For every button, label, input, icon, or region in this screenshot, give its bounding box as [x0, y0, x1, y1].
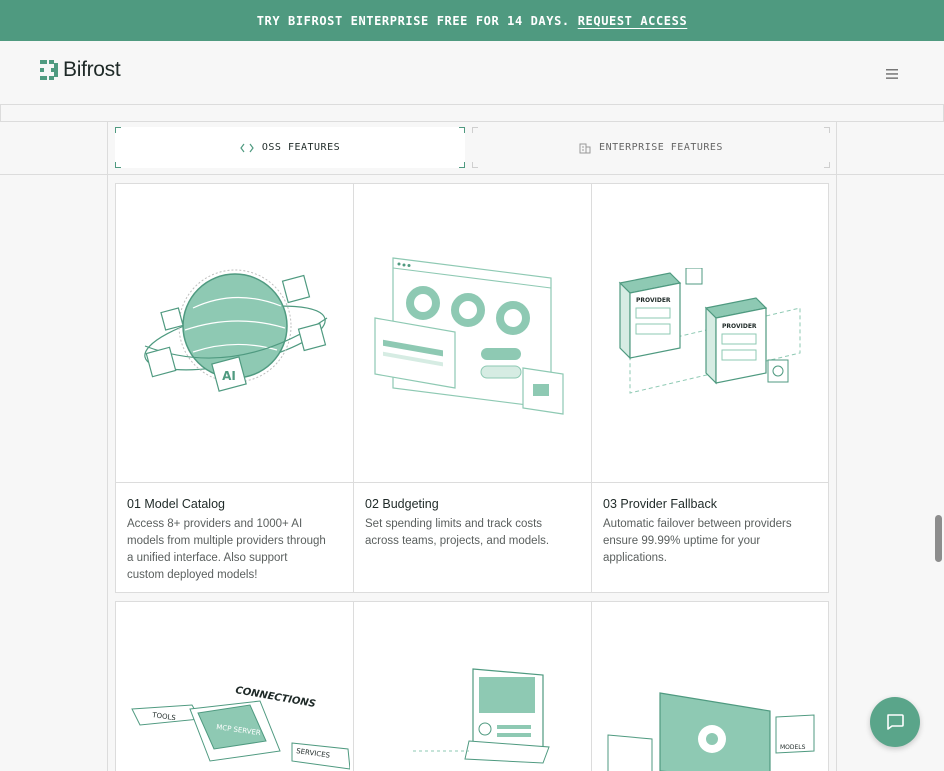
hamburger-icon [886, 69, 898, 79]
ai-cube-label: AI [222, 369, 236, 383]
building-icon [579, 143, 591, 153]
feature-grid: AI 01 Model Catalog Access 8+ providers … [115, 183, 829, 593]
content-border-right [836, 175, 837, 771]
dashboard-icon [373, 257, 564, 415]
content-border-left [107, 175, 108, 771]
settings-illustration: MODELS [592, 602, 828, 771]
feature-tabs-row: OSS FEATURES ENTERPRISE FEATURES [0, 121, 944, 175]
models-label: MODELS [780, 744, 806, 751]
code-brackets-icon [240, 143, 254, 152]
feature-card-mcp[interactable]: CONNECTIONS TOOLS MCP SERVER SERVICES [116, 602, 354, 771]
server-stack-icon: PROVIDER PROVIDER [618, 268, 801, 394]
request-access-link[interactable]: REQUEST ACCESS [578, 14, 688, 28]
feature-card-model-catalog[interactable]: AI 01 Model Catalog Access 8+ providers … [116, 184, 354, 592]
mcp-illustration: CONNECTIONS TOOLS MCP SERVER SERVICES [116, 602, 353, 771]
feature-description: Automatic failover between providers ens… [603, 518, 792, 564]
terminal-illustration [354, 602, 591, 771]
feature-grid-row-2: CONNECTIONS TOOLS MCP SERVER SERVICES MO… [115, 601, 829, 771]
feature-title: 02 Budgeting [365, 497, 439, 511]
promo-text: TRY BIFROST ENTERPRISE FREE FOR 14 DAYS. [256, 13, 570, 28]
tab-oss-features[interactable]: OSS FEATURES [115, 127, 465, 168]
mcp-server-icon: CONNECTIONS TOOLS MCP SERVER SERVICES [130, 685, 350, 770]
tab-oss-features-label: OSS FEATURES [261, 142, 341, 153]
divider-strip [0, 104, 944, 122]
terminal-icon [412, 668, 550, 764]
provider-label: PROVIDER [722, 323, 757, 330]
bifrost-logo-icon [40, 60, 58, 80]
model-catalog-illustration: AI [116, 184, 353, 483]
chat-button[interactable] [870, 697, 920, 747]
site-header: Bifrost [0, 41, 944, 105]
feature-card-provider-fallback[interactable]: PROVIDER PROVIDER 03 Provider Fallback A… [592, 184, 828, 592]
budgeting-illustration [354, 184, 591, 483]
tab-enterprise-features-label: ENTERPRISE FEATURES [599, 142, 723, 153]
feature-card-5[interactable]: MODELS [592, 602, 828, 771]
planet-icon: AI [143, 269, 327, 392]
logo[interactable]: Bifrost [40, 58, 121, 82]
scrollbar-thumb[interactable] [935, 515, 942, 562]
chat-bubble-icon [887, 714, 904, 730]
tab-enterprise-features[interactable]: ENTERPRISE FEATURES [472, 127, 830, 168]
feature-card-budgeting[interactable]: 02 Budgeting Set spending limits and tra… [354, 184, 592, 592]
feature-tabs: OSS FEATURES ENTERPRISE FEATURES [107, 121, 837, 175]
feature-title: 03 Provider Fallback [603, 497, 717, 511]
feature-title: 01 Model Catalog [127, 497, 225, 511]
feature-description: Access 8+ providers and 1000+ AI models … [127, 518, 326, 581]
logo-text: Bifrost [63, 58, 121, 81]
menu-button[interactable] [880, 64, 904, 84]
settings-gear-icon: MODELS [607, 692, 815, 771]
provider-label: PROVIDER [636, 297, 671, 304]
feature-description: Set spending limits and track costs acro… [365, 518, 550, 547]
promo-banner: TRY BIFROST ENTERPRISE FREE FOR 14 DAYS.… [0, 0, 944, 41]
provider-fallback-illustration: PROVIDER PROVIDER [592, 184, 828, 483]
feature-card-4[interactable] [354, 602, 592, 771]
